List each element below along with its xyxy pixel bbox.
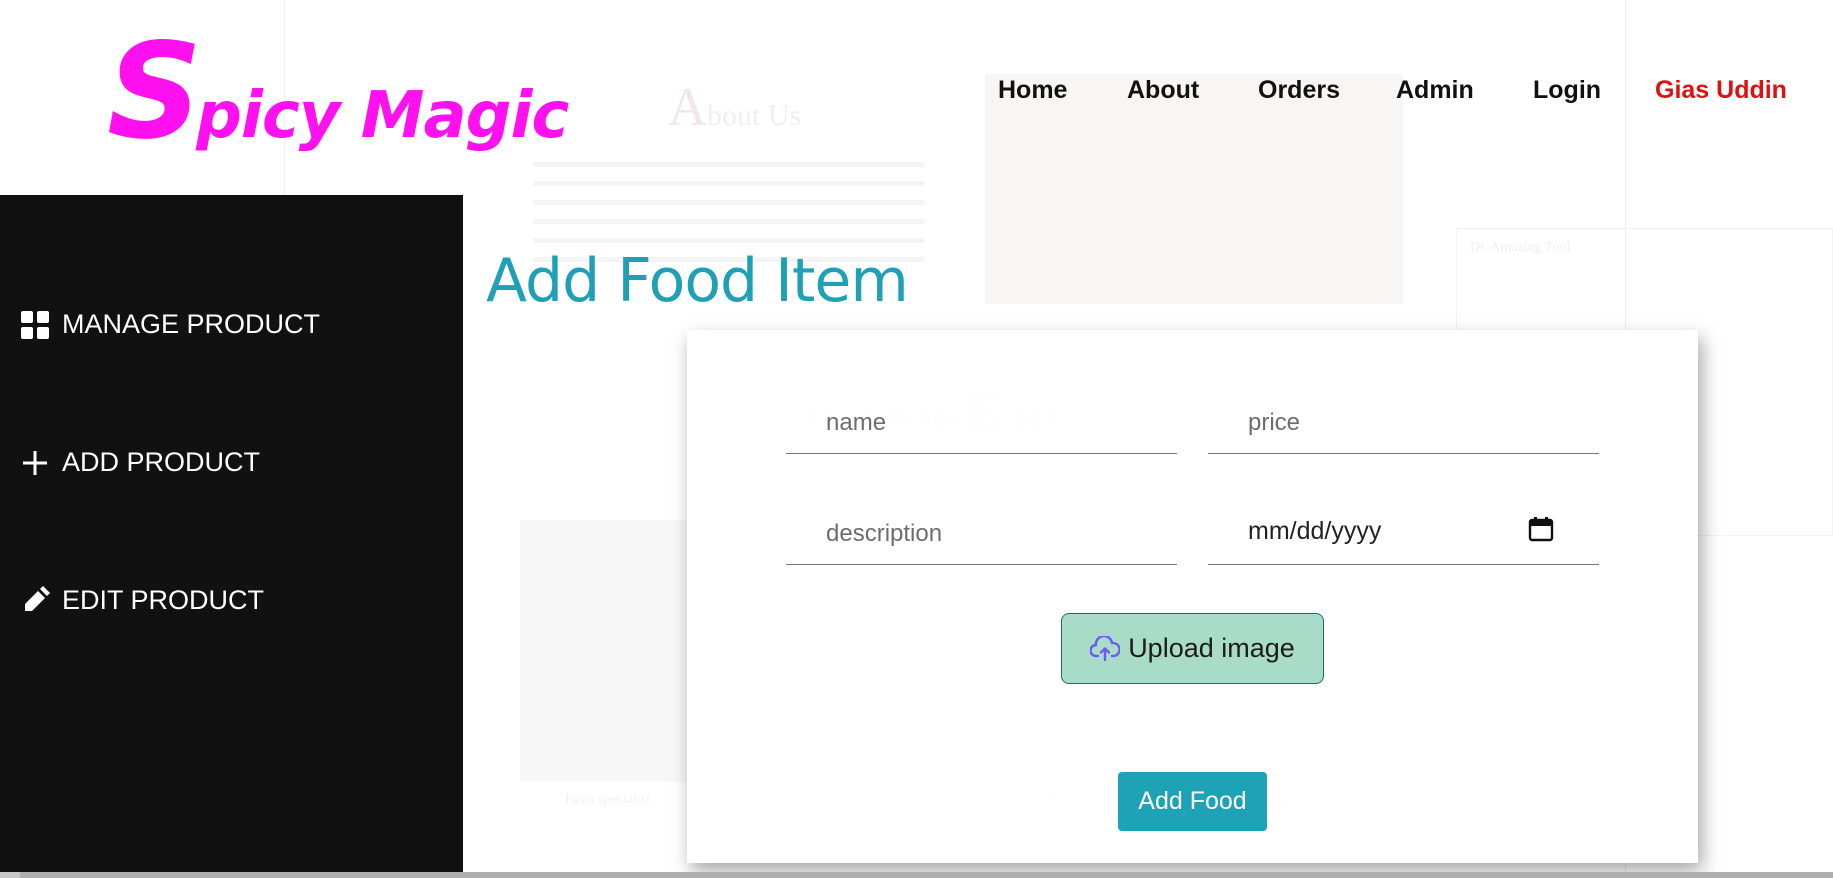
background-pizza-image (985, 74, 1403, 304)
nav-orders-link[interactable]: Orders (1258, 76, 1340, 105)
description-input[interactable] (786, 504, 1177, 564)
upload-image-label: Upload image (1128, 633, 1295, 663)
add-food-button[interactable]: Add Food (1118, 772, 1267, 831)
logo-initial: S (107, 15, 202, 169)
date-field[interactable]: mm/dd/yyyy (1208, 497, 1599, 565)
upload-image-button[interactable]: Upload image (1061, 613, 1324, 684)
nav-about-link[interactable]: About (1127, 76, 1199, 105)
admin-sidebar: MANAGE PRODUCT ADD PRODUCT EDIT PRODUCT (0, 195, 463, 878)
sidebar-item-label: EDIT PRODUCT (62, 585, 265, 615)
logo-text: picy Magic (196, 79, 569, 153)
page-title: Add Food Item (486, 246, 909, 316)
pencil-icon (20, 585, 50, 616)
sidebar-item-manage-product[interactable]: MANAGE PRODUCT (20, 309, 320, 340)
name-input[interactable] (786, 393, 1177, 453)
name-field[interactable] (786, 386, 1177, 454)
scrollbar-thumb[interactable] (20, 872, 1833, 878)
sidebar-item-edit-product[interactable]: EDIT PRODUCT (20, 585, 264, 616)
price-input[interactable] (1208, 393, 1599, 453)
plus-icon (20, 448, 50, 478)
nav-user-name[interactable]: Gias Uddin (1655, 76, 1787, 105)
background-chef-caption: Pasta specialist (565, 792, 651, 807)
nav-login-link[interactable]: Login (1533, 76, 1601, 105)
horizontal-scrollbar[interactable] (0, 872, 1833, 878)
date-input[interactable]: mm/dd/yyyy (1248, 517, 1381, 546)
sidebar-item-label: ADD PRODUCT (62, 447, 261, 477)
background-panel-label: Dr. Amazing Tool (1470, 240, 1571, 255)
grid-icon (20, 310, 50, 340)
sidebar-item-add-product[interactable]: ADD PRODUCT (20, 447, 260, 478)
brand-logo[interactable]: Spicy Magic (107, 26, 569, 158)
calendar-icon[interactable] (1528, 516, 1554, 542)
background-about-title: About Us (668, 77, 802, 137)
nav-home-link[interactable]: Home (998, 76, 1067, 105)
sidebar-item-label: MANAGE PRODUCT (62, 309, 321, 339)
nav-admin-link[interactable]: Admin (1396, 76, 1474, 105)
description-field[interactable] (786, 497, 1177, 565)
cloud-upload-icon (1089, 634, 1121, 662)
price-field[interactable] (1208, 386, 1599, 454)
